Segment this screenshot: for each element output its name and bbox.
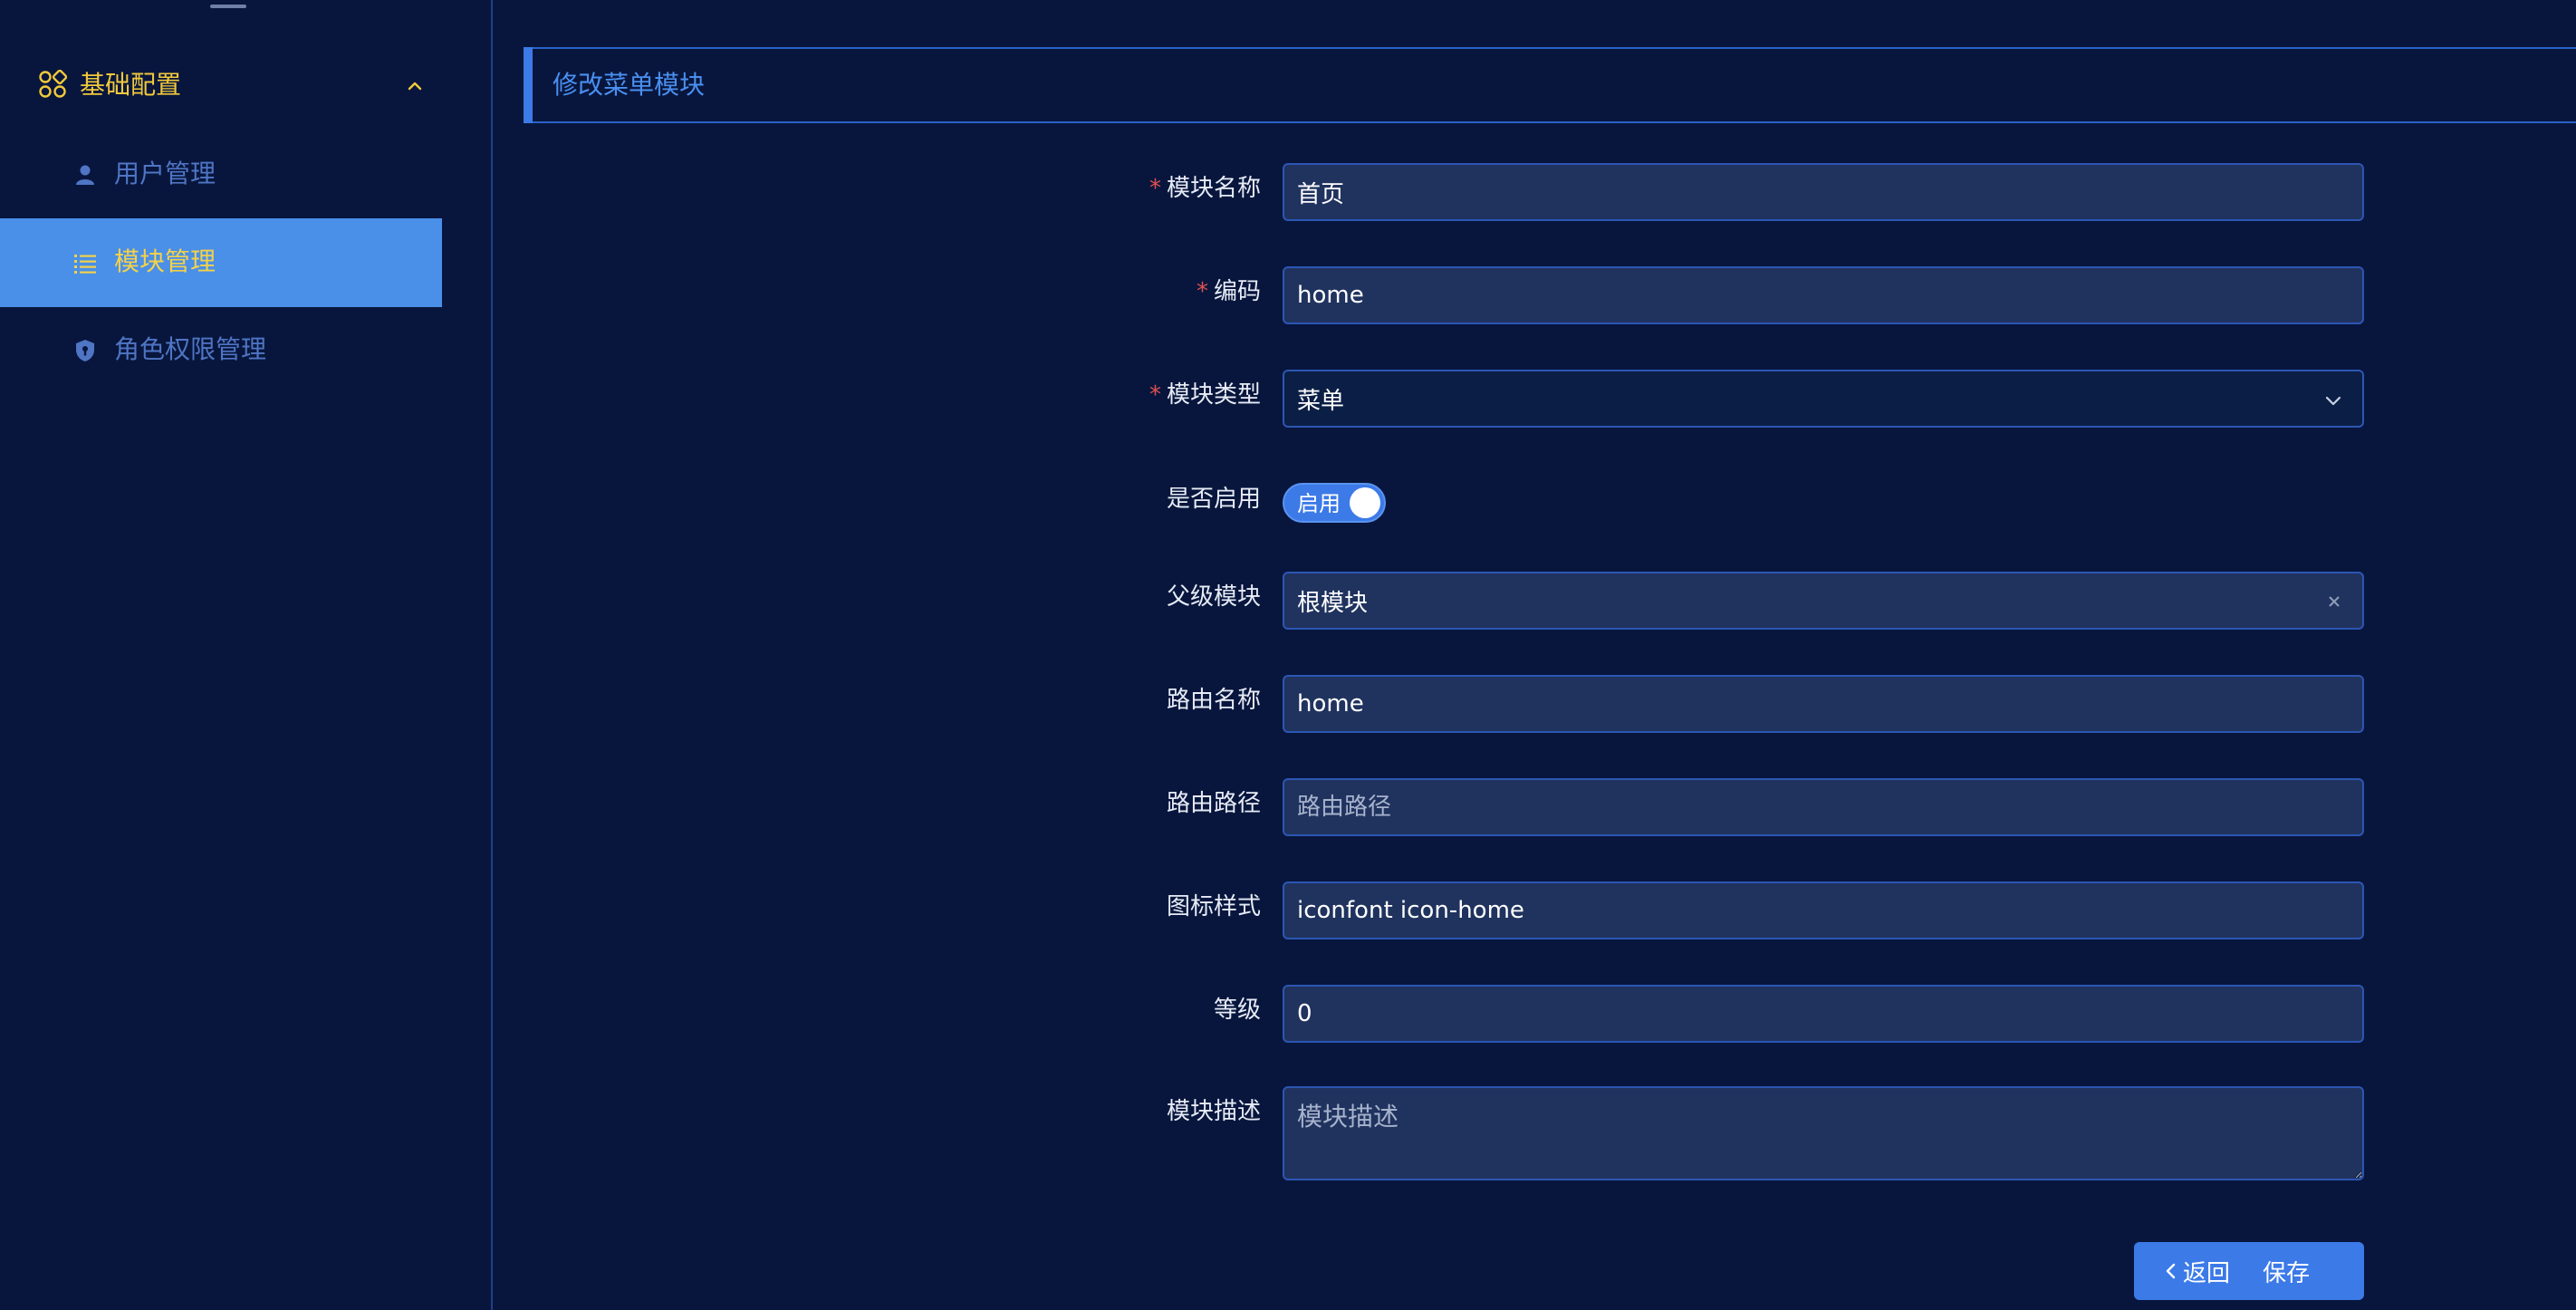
- app-root: 基础配置 用户管理 模块管理 角色权限管理 修改菜单模块 * 模块名称 首页 *…: [0, 0, 2576, 1310]
- sidebar-item-module-management[interactable]: 模块管理: [0, 218, 442, 307]
- form-actions: 返回 保存: [2134, 1242, 2364, 1300]
- required-mark: *: [1149, 175, 1161, 202]
- chevron-up-icon[interactable]: [404, 75, 426, 97]
- chevron-left-icon: [2166, 1263, 2176, 1279]
- sidebar: 基础配置 用户管理 模块管理 角色权限管理: [0, 0, 493, 1310]
- required-mark: *: [1196, 278, 1208, 305]
- switch-text: 启用: [1297, 491, 1341, 516]
- save-button[interactable]: 保存: [2259, 1242, 2364, 1300]
- close-icon[interactable]: [2326, 593, 2342, 610]
- apps-icon: [39, 70, 67, 98]
- sidebar-item-label: 用户管理: [114, 159, 216, 188]
- chevron-down-icon: [2325, 396, 2341, 406]
- shield-icon: [76, 340, 94, 361]
- sidebar-item-label: 角色权限管理: [114, 334, 267, 364]
- module-name-label: * 模块名称: [1149, 175, 1261, 202]
- save-button-label: 保存: [2263, 1259, 2311, 1287]
- enabled-label: 是否启用: [1166, 486, 1261, 513]
- sidebar-item-role-permissions[interactable]: 角色权限管理: [0, 306, 442, 395]
- module-type-select[interactable]: 菜单: [1283, 370, 2364, 428]
- route-path-input[interactable]: [1283, 778, 2364, 836]
- module-name-input[interactable]: [1283, 163, 2364, 221]
- code-input[interactable]: [1283, 266, 2364, 324]
- back-button[interactable]: 返回: [2134, 1242, 2259, 1300]
- page-title: 修改菜单模块: [553, 70, 706, 100]
- icon-style-input[interactable]: [1283, 881, 2364, 939]
- code-label: * 编码: [1196, 278, 1261, 305]
- enabled-switch[interactable]: 启用: [1283, 483, 1386, 523]
- description-label: 模块描述: [1166, 1098, 1261, 1125]
- parent-module-value: 根模块: [1297, 589, 1369, 617]
- sidebar-item-label: 模块管理: [114, 246, 216, 276]
- route-name-label: 路由名称: [1166, 687, 1261, 714]
- route-path-label: 路由路径: [1166, 790, 1261, 817]
- level-input[interactable]: [1283, 985, 2364, 1043]
- back-button-label: 返回: [2182, 1259, 2230, 1287]
- module-type-label: * 模块类型: [1149, 381, 1261, 409]
- level-label: 等级: [1213, 997, 1261, 1024]
- description-textarea[interactable]: [1283, 1086, 2364, 1180]
- parent-module-label: 父级模块: [1166, 583, 1261, 611]
- sidebar-item-user-management[interactable]: 用户管理: [0, 130, 442, 219]
- parent-module-select[interactable]: 根模块: [1283, 572, 2364, 630]
- module-type-value: 菜单: [1297, 387, 1345, 415]
- user-icon: [76, 165, 94, 185]
- sidebar-group-basic-config[interactable]: 基础配置: [0, 60, 442, 111]
- icon-style-label: 图标样式: [1166, 893, 1261, 920]
- required-mark: *: [1149, 381, 1161, 409]
- sidebar-group-label: 基础配置: [80, 70, 182, 100]
- switch-knob: [1350, 487, 1380, 518]
- route-name-input[interactable]: [1283, 675, 2364, 733]
- list-icon: [74, 255, 96, 274]
- menu-toggle-icon[interactable]: [210, 0, 246, 16]
- page-header: 修改菜单模块: [524, 47, 2576, 123]
